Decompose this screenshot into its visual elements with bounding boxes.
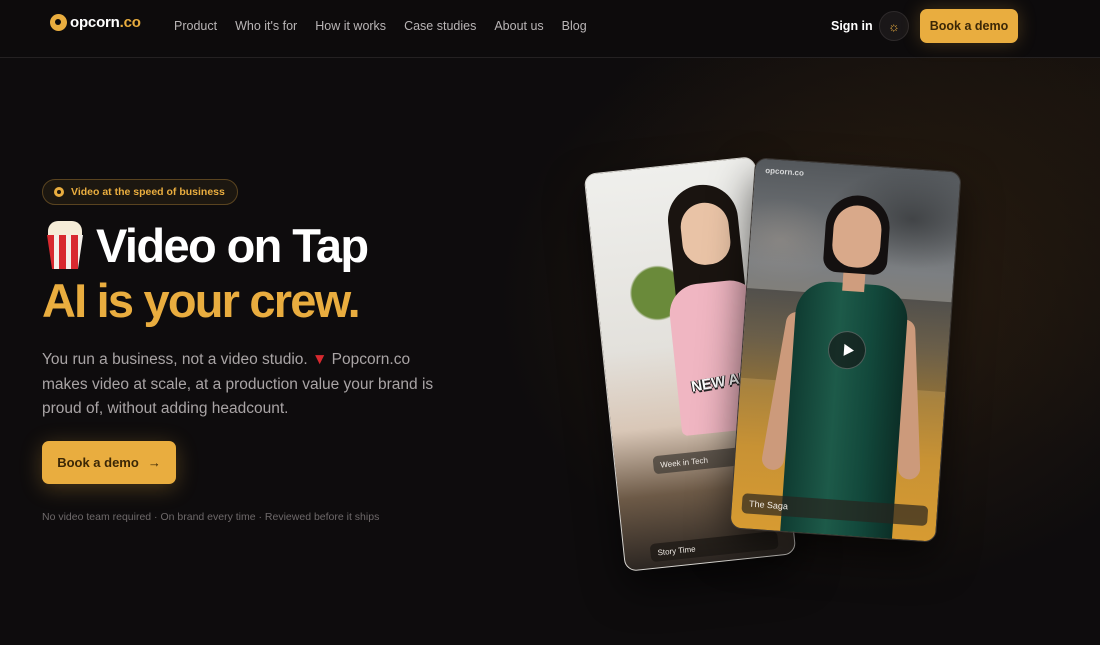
hero-badge: Video at the speed of business [42, 179, 238, 205]
nav-link-who-its-for[interactable]: Who it's for [235, 19, 297, 33]
nav-link-about-us[interactable]: About us [494, 19, 543, 33]
logo-wordmark: opcorn.co [70, 14, 141, 31]
video-card-the-saga[interactable]: opcorn.co The Saga [729, 157, 962, 543]
popcorn-badge-icon [54, 187, 64, 197]
nav-link-how-it-works[interactable]: How it works [315, 19, 386, 33]
popcorn-inline-icon: ▼ [312, 351, 328, 368]
hero-description: You run a business, not a video studio. … [42, 351, 434, 417]
sun-icon: ☼ [888, 18, 900, 34]
book-demo-hero-button[interactable]: Book a demo → [42, 441, 176, 484]
theme-toggle-button[interactable]: ☼ [879, 11, 909, 41]
arrow-right-icon: → [147, 455, 161, 470]
headline-text: Video on Tap [96, 219, 369, 272]
hero-subheadline: AI is your crew. [42, 274, 361, 327]
nav-link-case-studies[interactable]: Case studies [404, 19, 476, 33]
nav-link-product[interactable]: Product [174, 19, 217, 33]
badge-label: Video at the speed of business [71, 186, 225, 198]
nav-links: Product Who it's for How it works Case s… [174, 19, 605, 33]
cta-label: Book a demo [57, 455, 139, 470]
hero-headline: Video on Tap [44, 218, 369, 274]
book-demo-nav-button[interactable]: Book a demo [920, 9, 1018, 43]
hero-fine-print: No video team required · On brand every … [42, 511, 380, 523]
top-nav: opcorn.co Product Who it's for How it wo… [0, 0, 1100, 58]
video-tag-story-time: Story Time [649, 530, 779, 563]
brand-logo[interactable]: opcorn.co [50, 14, 141, 31]
sign-in-link[interactable]: Sign in [831, 19, 873, 33]
popcorn-logo-icon [50, 14, 67, 31]
popcorn-icon [44, 221, 86, 271]
nav-link-blog[interactable]: Blog [562, 19, 587, 33]
